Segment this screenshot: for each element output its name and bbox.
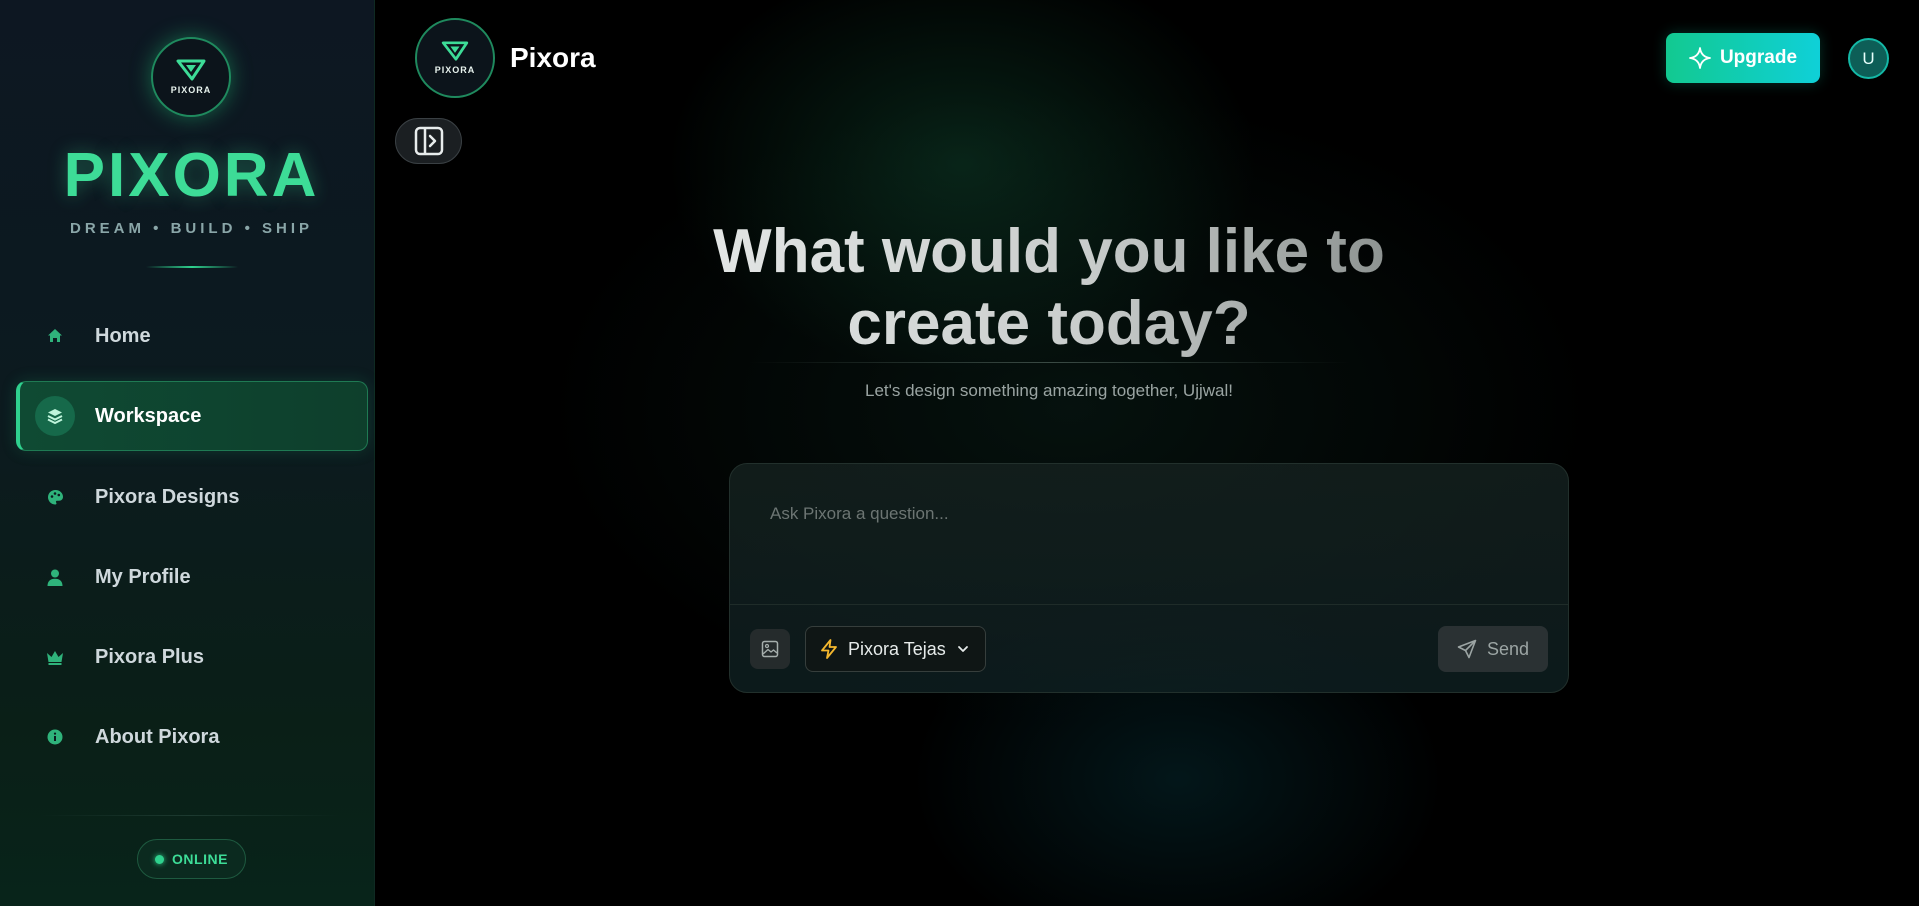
sidebar-item-label: My Profile — [95, 565, 191, 588]
brand-tagline: DREAM • BUILD • SHIP — [69, 220, 313, 237]
sidebar-item-pixora-plus[interactable]: Pixora Plus — [16, 622, 368, 692]
sidebar-item-about-pixora[interactable]: About Pixora — [16, 702, 368, 772]
sidebar-divider — [40, 815, 340, 816]
bolt-icon — [821, 639, 837, 659]
status-badge: ONLINE — [137, 839, 246, 879]
attach-image-button[interactable] — [750, 629, 790, 669]
sidebar-item-label: Home — [95, 324, 151, 347]
sidebar-item-label: Pixora Plus — [95, 645, 204, 668]
header-logo-text: PIXORA — [434, 65, 476, 75]
sidebar-toggle-icon — [414, 126, 443, 156]
page-title: What would you like to create today? — [700, 216, 1398, 360]
crown-icon — [44, 646, 66, 668]
brand-name: PIXORA — [63, 141, 320, 210]
sidebar-item-my-profile[interactable]: My Profile — [16, 542, 368, 612]
sidebar-item-label: About Pixora — [95, 725, 220, 748]
sidebar-toggle-button[interactable] — [395, 118, 462, 164]
sidebar: PIXORA PIXORA DREAM • BUILD • SHIP Home — [0, 0, 375, 906]
sidebar-item-label: Pixora Designs — [95, 485, 240, 508]
avatar[interactable]: U — [1848, 38, 1889, 79]
home-icon — [44, 325, 66, 347]
brand-divider — [146, 266, 238, 268]
upgrade-button-label: Upgrade — [1719, 47, 1798, 68]
app-root: PIXORA PIXORA DREAM • BUILD • SHIP Home — [0, 0, 1919, 906]
chevron-down-icon — [957, 646, 968, 652]
header-logo[interactable]: PIXORA — [415, 18, 495, 98]
sidebar-item-workspace[interactable]: Workspace — [16, 381, 368, 451]
sidebar-item-home[interactable]: Home — [16, 301, 368, 371]
prompt-input[interactable] — [730, 464, 1568, 604]
brand-logo-text: PIXORA — [170, 85, 212, 95]
info-icon — [44, 726, 66, 748]
pixora-logo-mark-icon — [441, 41, 469, 61]
model-select[interactable]: Pixora Tejas — [805, 626, 986, 672]
upgrade-button[interactable]: Upgrade — [1666, 33, 1820, 83]
send-icon — [1457, 639, 1477, 659]
palette-icon — [44, 486, 66, 508]
sidebar-item-pixora-designs[interactable]: Pixora Designs — [16, 462, 368, 532]
sparkle-icon — [1689, 47, 1711, 69]
layers-icon — [35, 396, 75, 436]
status-dot-icon — [155, 854, 165, 864]
pixora-logo-mark-icon — [176, 59, 206, 81]
sidebar-item-label: Workspace — [95, 404, 202, 427]
page-subtitle: Let's design something amazing together,… — [864, 381, 1233, 400]
brand-logo[interactable]: PIXORA — [151, 37, 231, 117]
composer-divider — [730, 604, 1568, 605]
user-icon — [44, 566, 66, 588]
status-text: ONLINE — [172, 851, 228, 867]
hero-divider — [750, 362, 1350, 363]
main-area: PIXORA Pixora Upgrade U What would you l… — [375, 0, 1919, 906]
app-title: Pixora — [510, 42, 596, 73]
send-button-label: Send — [1486, 638, 1530, 659]
send-button[interactable]: Send — [1438, 626, 1548, 672]
prompt-composer: Pixora Tejas Send — [729, 463, 1569, 693]
image-icon — [761, 640, 779, 658]
model-select-value: Pixora Tejas — [848, 638, 946, 659]
